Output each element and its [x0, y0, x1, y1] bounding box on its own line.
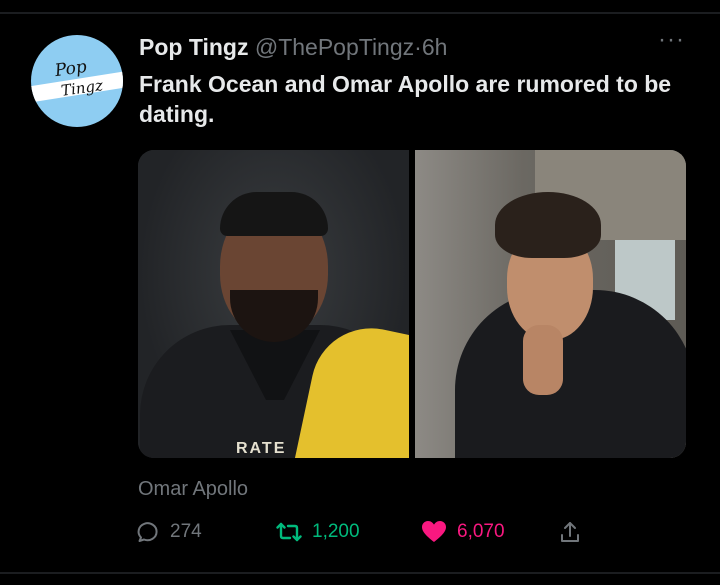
- tweet-time[interactable]: 6h: [422, 34, 448, 60]
- tweet-media[interactable]: RATE: [138, 150, 686, 458]
- avatar-logo-top: Pop: [53, 56, 89, 82]
- share-icon: [559, 520, 581, 544]
- retweet-button[interactable]: 1,200: [276, 517, 360, 547]
- bottom-divider: [0, 572, 720, 574]
- reply-button[interactable]: 274: [136, 517, 202, 547]
- avatar-logo-bottom: Tingz: [59, 76, 104, 100]
- more-icon[interactable]: ···: [658, 26, 685, 54]
- like-button[interactable]: 6,070: [421, 517, 505, 547]
- heart-icon: [421, 520, 447, 544]
- right-photo-hair: [495, 192, 601, 258]
- right-photo-hand: [523, 325, 563, 395]
- left-photo-jacket-text: RATE: [236, 440, 287, 457]
- author-handle[interactable]: @ThePopTingz: [255, 34, 414, 60]
- reply-icon: [136, 520, 160, 544]
- top-divider: [0, 12, 720, 14]
- left-photo-hair: [220, 192, 328, 236]
- author-name[interactable]: Pop Tingz: [139, 34, 248, 60]
- like-count: 6,070: [457, 521, 505, 542]
- share-button[interactable]: [559, 517, 581, 547]
- separator-dot: ·: [414, 34, 422, 60]
- retweet-count: 1,200: [312, 521, 360, 542]
- media-caption[interactable]: Omar Apollo: [138, 478, 248, 501]
- tweet-text: Frank Ocean and Omar Apollo are rumored …: [139, 71, 672, 127]
- media-image-right[interactable]: [415, 150, 686, 458]
- tweet-header: Pop Tingz @ThePopTingz·6h: [139, 34, 447, 61]
- avatar[interactable]: Pop Tingz: [31, 35, 123, 127]
- reply-count: 274: [170, 521, 202, 542]
- retweet-icon: [276, 520, 302, 544]
- media-image-left[interactable]: RATE: [138, 150, 409, 458]
- action-bar: 274 1,200 6,070: [136, 517, 596, 547]
